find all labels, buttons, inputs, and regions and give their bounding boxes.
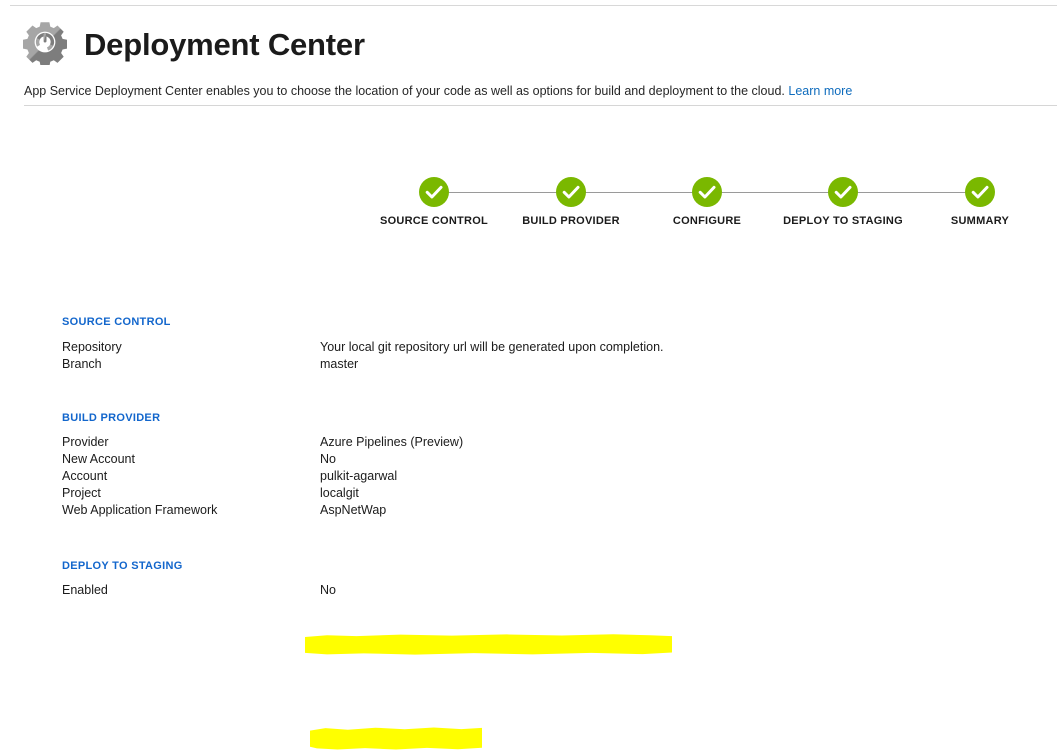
summary-row-label: Account <box>62 469 107 483</box>
summary-row-label: Provider <box>62 435 109 449</box>
summary-section-title: SOURCE CONTROL <box>62 316 171 328</box>
summary-row-value: No <box>320 452 336 466</box>
check-icon <box>556 177 586 207</box>
stepper-step-label: DEPLOY TO STAGING <box>763 215 923 227</box>
summary-row: Provider Azure Pipelines (Preview) <box>0 435 1057 452</box>
window-top-rule <box>10 5 1057 6</box>
page-title: Deployment Center <box>84 29 365 60</box>
summary-row: Repository Your local git repository url … <box>0 340 1057 357</box>
summary-row-label: New Account <box>62 452 135 466</box>
summary-row: Web Application Framework AspNetWap <box>0 503 1057 520</box>
summary-row: Account pulkit-agarwal <box>0 469 1057 486</box>
page-description: App Service Deployment Center enables yo… <box>24 83 852 99</box>
summary-row-value: pulkit-agarwal <box>320 469 397 483</box>
summary-row: Branch master <box>0 357 1057 374</box>
gear-power-icon <box>22 19 68 65</box>
summary-row-value: Your local git repository url will be ge… <box>320 340 664 354</box>
summary-row-value: No <box>320 583 336 597</box>
highlight-repository <box>305 634 672 655</box>
check-icon <box>965 177 995 207</box>
stepper-step-label: SOURCE CONTROL <box>354 215 514 227</box>
summary-row-value: AspNetWap <box>320 503 386 517</box>
summary-row-label: Repository <box>62 340 122 354</box>
summary-row: Enabled No <box>0 583 1057 600</box>
summary-section-title: DEPLOY TO STAGING <box>62 560 183 572</box>
stepper-step-deploy-to-staging[interactable]: DEPLOY TO STAGING <box>763 170 923 227</box>
summary-row-label: Project <box>62 486 101 500</box>
header-divider <box>24 105 1057 106</box>
check-icon <box>828 177 858 207</box>
page-description-text: App Service Deployment Center enables yo… <box>24 84 785 98</box>
page-header: Deployment Center <box>0 14 1057 74</box>
summary-row-value: Azure Pipelines (Preview) <box>320 435 463 449</box>
summary-row-label: Enabled <box>62 583 108 597</box>
summary-section-title: BUILD PROVIDER <box>62 412 160 424</box>
summary-row-label: Web Application Framework <box>62 503 217 517</box>
summary-row-value: master <box>320 357 358 371</box>
summary-row-label: Branch <box>62 357 102 371</box>
highlight-provider <box>310 727 482 750</box>
check-icon <box>692 177 722 207</box>
check-icon <box>419 177 449 207</box>
learn-more-link[interactable]: Learn more <box>788 84 852 98</box>
stepper-step-source-control[interactable]: SOURCE CONTROL <box>354 170 514 227</box>
summary-row: Project localgit <box>0 486 1057 503</box>
stepper-step-summary[interactable]: SUMMARY <box>900 170 1057 227</box>
stepper-step-label: SUMMARY <box>900 215 1057 227</box>
summary-row: New Account No <box>0 452 1057 469</box>
wizard-stepper: SOURCE CONTROLBUILD PROVIDERCONFIGUREDEP… <box>0 170 1057 236</box>
summary-row-value: localgit <box>320 486 359 500</box>
